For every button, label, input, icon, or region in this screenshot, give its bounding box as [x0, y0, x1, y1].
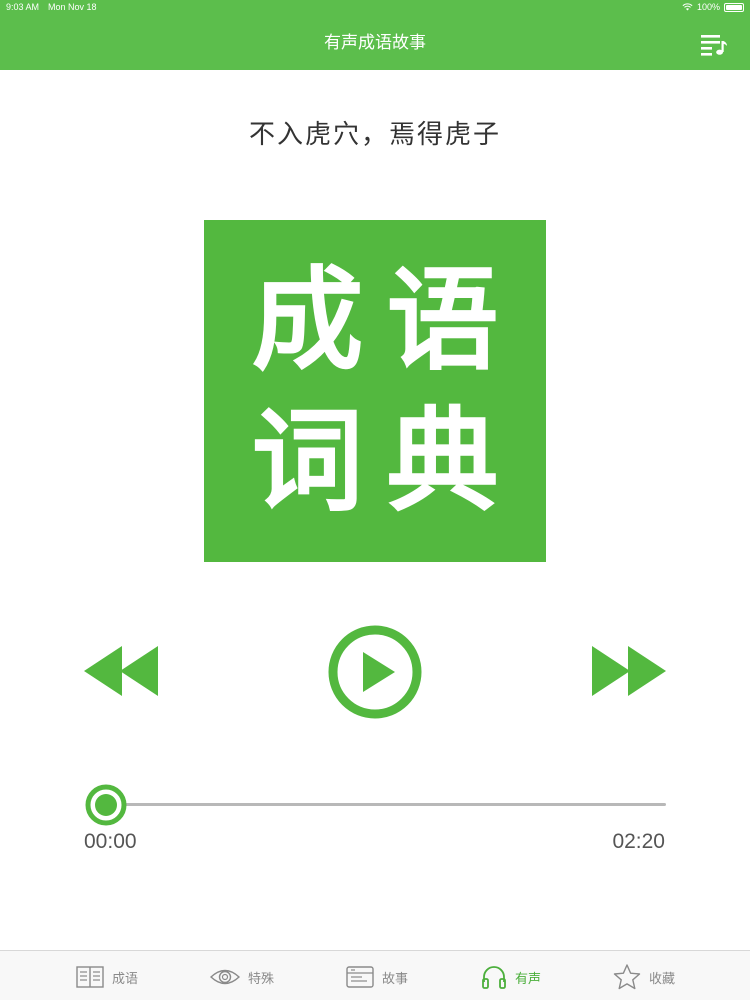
status-right: 100%: [682, 2, 744, 12]
wifi-icon: [682, 3, 693, 11]
nav-header: 9:03 AM Mon Nov 18 100% 有声成语故事: [0, 0, 750, 70]
current-time: 00:00: [84, 830, 137, 853]
battery-percent: 100%: [696, 2, 720, 12]
status-date: Mon Nov 18: [48, 2, 97, 12]
progress-thumb[interactable]: [85, 784, 127, 826]
tab-yousheng[interactable]: 有声: [481, 963, 541, 991]
play-circle-icon[interactable]: [327, 624, 423, 720]
playlist-music-icon[interactable]: [700, 32, 728, 56]
fast-forward-icon[interactable]: [592, 646, 666, 696]
total-time: 02:20: [612, 830, 665, 853]
star-icon: [613, 964, 641, 990]
tab-label: 有声: [515, 971, 542, 987]
tab-chengyu[interactable]: 成语: [76, 963, 138, 991]
tab-label: 成语: [112, 971, 139, 987]
battery-icon: [724, 2, 744, 12]
cover-char: 语: [386, 255, 499, 386]
progress-track[interactable]: [106, 803, 666, 806]
tab-label: 特殊: [248, 971, 275, 987]
eye-icon: [210, 969, 240, 985]
story-list-icon: [346, 966, 374, 988]
tab-gushi[interactable]: 故事: [346, 963, 408, 991]
cover-char: 词: [251, 396, 364, 527]
rewind-icon[interactable]: [84, 646, 158, 696]
book-icon: [76, 966, 104, 988]
status-time: 9:03 AM: [6, 2, 40, 12]
tab-teshu[interactable]: 特殊: [210, 963, 274, 991]
album-cover: 成 语 词 典: [204, 220, 546, 562]
tab-label: 故事: [382, 971, 409, 987]
tab-shoucang[interactable]: 收藏: [613, 963, 675, 991]
status-bar: 9:03 AM Mon Nov 18 100%: [0, 0, 750, 14]
cover-char: 典: [386, 396, 499, 527]
tab-bar: 成语 特殊 故事 有声 收藏: [0, 950, 750, 1000]
headphones-icon: [482, 966, 506, 989]
playback-controls: [0, 620, 750, 724]
cover-char: 成: [251, 255, 364, 386]
page-title: 有声成语故事: [324, 33, 426, 53]
track-title: 不入虎穴，焉得虎子: [248, 120, 501, 150]
tab-label: 收藏: [649, 971, 676, 987]
cover-logo-text: 成 语 词 典: [204, 220, 546, 562]
